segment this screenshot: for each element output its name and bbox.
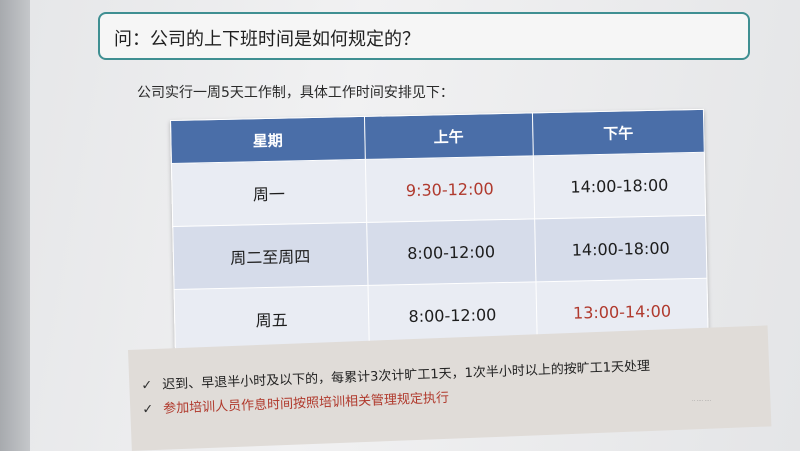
cell-day: 周二至周四: [172, 222, 368, 290]
cell-morning: 8:00-12:00: [366, 218, 536, 286]
cell-afternoon: 14:00-18:00: [533, 152, 706, 219]
cell-morning: 9:30-12:00: [365, 155, 535, 223]
header-afternoon: 下午: [532, 109, 705, 156]
table-row: 周一 9:30-12:00 14:00-18:00: [171, 152, 706, 227]
note-text: 参加培训人员作息时间按照培训相关管理规定执行: [162, 390, 450, 417]
intro-text: 公司实行一周5天工作制，具体工作时间安排见下：: [137, 85, 454, 101]
schedule-table: 星期 上午 下午 周一 9:30-12:00 14:00-18:00 周二至周四…: [170, 109, 709, 353]
header-weekday: 星期: [170, 116, 366, 164]
question-title: 问：公司的上下班时间是如何规定的？: [114, 29, 420, 50]
cell-afternoon: 14:00-18:00: [534, 215, 707, 282]
table-row: 周二至周四 8:00-12:00 14:00-18:00: [172, 215, 707, 290]
footer-watermark: ·· ···· ····: [692, 398, 712, 404]
header-morning: 上午: [364, 112, 534, 160]
question-box: 问：公司的上下班时间是如何规定的？: [98, 12, 750, 60]
checkmark-icon: ✓: [141, 378, 153, 394]
cell-day: 周一: [171, 159, 367, 227]
checkmark-icon: ✓: [142, 402, 154, 418]
monitor-bezel-edge: [0, 0, 32, 451]
